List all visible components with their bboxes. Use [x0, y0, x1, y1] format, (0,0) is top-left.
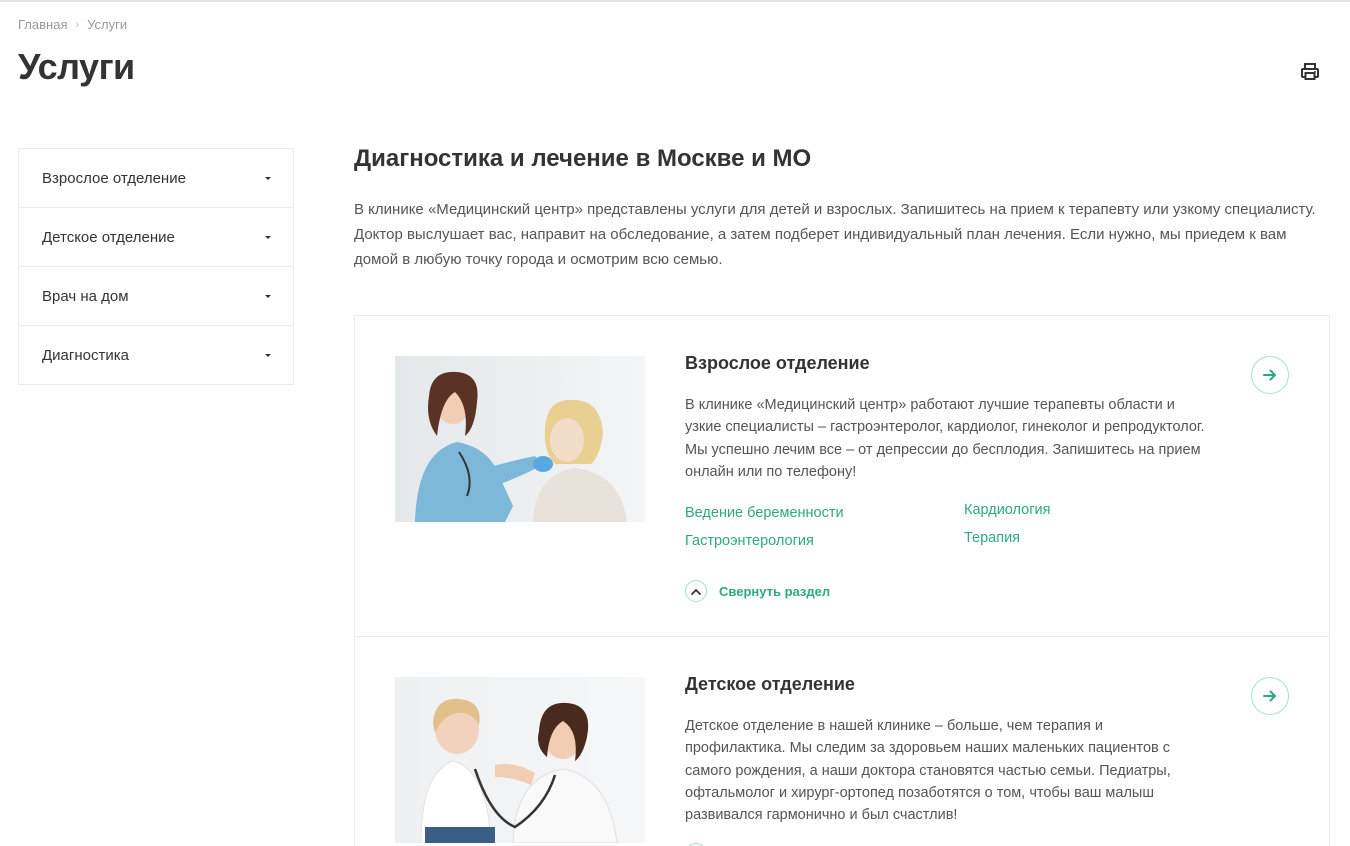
- card-open-button[interactable]: [1251, 356, 1289, 394]
- caret-down-icon: [265, 294, 271, 298]
- caret-down-icon: [265, 176, 271, 180]
- card-title[interactable]: Взрослое отделение: [685, 353, 870, 374]
- sidebar-item-adult[interactable]: Взрослое отделение: [19, 149, 293, 208]
- service-card-adult: Взрослое отделение В клинике «Медицински…: [354, 315, 1330, 637]
- breadcrumb-separator: ›: [75, 18, 80, 31]
- caret-down-icon: [265, 353, 271, 357]
- service-link-gastroenterology[interactable]: Гастроэнтерология: [685, 533, 814, 549]
- intro-text: В клинике «Медицинский центр» представле…: [354, 201, 1316, 268]
- pediatrician-child-photo: [395, 677, 645, 843]
- top-border: [0, 0, 1350, 2]
- sidebar-item-label: Детское отделение: [42, 228, 175, 246]
- doctor-patient-photo: [395, 356, 645, 522]
- service-card-children: Детское отделение Детское отделение в на…: [354, 637, 1330, 846]
- breadcrumb-home-link[interactable]: Главная: [18, 17, 67, 32]
- service-link-therapy[interactable]: Терапия: [964, 530, 1020, 546]
- sidebar-item-home-visit[interactable]: Врач на дом: [19, 267, 293, 326]
- sidebar-item-children[interactable]: Детское отделение: [19, 208, 293, 267]
- caret-down-icon: [265, 235, 271, 239]
- service-link-cardiology[interactable]: Кардиология: [964, 502, 1050, 518]
- service-link-pregnancy[interactable]: Ведение беременности: [685, 505, 844, 521]
- card-description: Детское отделение в нашей клинике – боль…: [685, 718, 1171, 824]
- arrow-right-icon: [1263, 369, 1276, 381]
- collapse-section-button[interactable]: Свернуть раздел: [685, 580, 830, 602]
- page-title: Услуги: [18, 46, 135, 87]
- sidebar-item-diagnostics[interactable]: Диагностика: [19, 326, 293, 384]
- sidebar-item-label: Врач на дом: [42, 287, 129, 305]
- printer-icon: [1301, 63, 1319, 80]
- print-button[interactable]: [1299, 61, 1321, 83]
- main-content: Диагностика и лечение в Москве и МО В кл…: [354, 140, 1330, 272]
- arrow-right-icon: [1263, 690, 1276, 702]
- breadcrumb: Главная › Услуги: [18, 17, 127, 32]
- card-description: В клинике «Медицинский центр» работают л…: [685, 397, 1205, 480]
- collapse-label: Свернуть раздел: [719, 583, 831, 599]
- service-cards: Взрослое отделение В клинике «Медицински…: [354, 315, 1330, 846]
- sidebar-item-label: Диагностика: [42, 346, 129, 364]
- card-title[interactable]: Детское отделение: [685, 674, 855, 695]
- breadcrumb-current: Услуги: [87, 17, 128, 32]
- sidebar-menu: Взрослое отделение Детское отделение Вра…: [18, 148, 294, 385]
- section-title: Диагностика и лечение в Москве и МО: [354, 145, 812, 172]
- sidebar-item-label: Взрослое отделение: [42, 169, 186, 187]
- chevron-up-icon: [685, 580, 707, 602]
- card-open-button[interactable]: [1251, 677, 1289, 715]
